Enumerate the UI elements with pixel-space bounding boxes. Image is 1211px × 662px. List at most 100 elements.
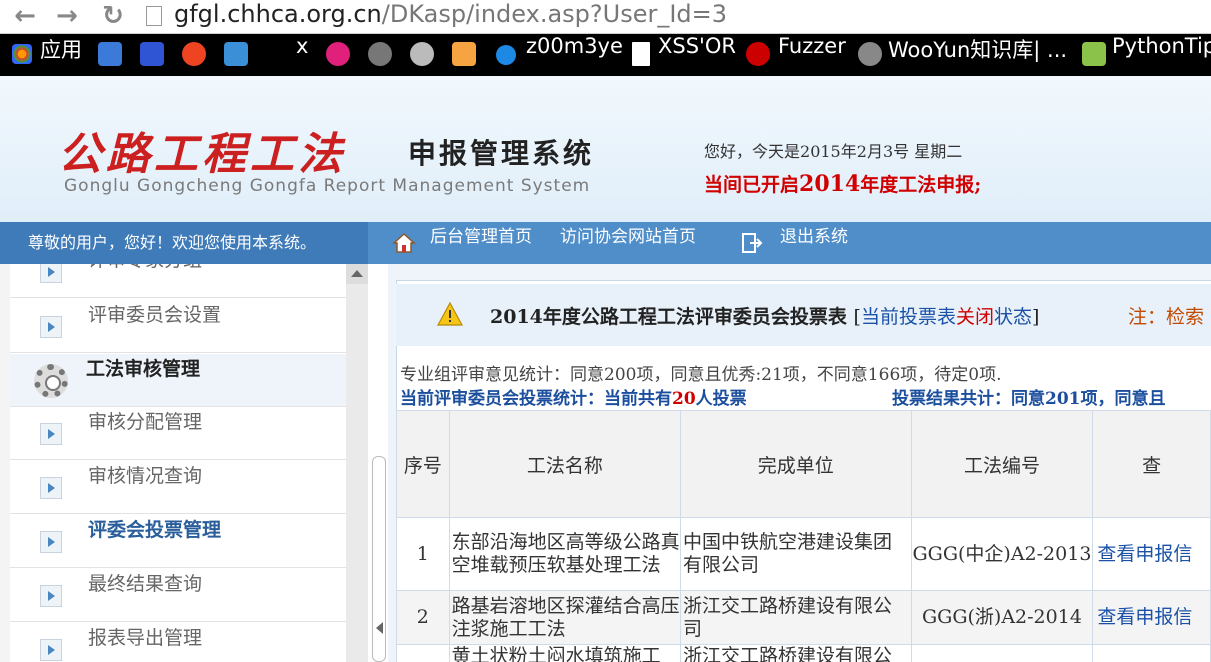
arrow-right-icon: [40, 585, 62, 607]
weibo-icon[interactable]: [182, 42, 206, 66]
committee-vote-stats: 当前评审委员会投票统计：当前共有20人投票: [400, 384, 747, 409]
fuzzer-icon: [746, 42, 770, 66]
nav-association-site[interactable]: 访问协会网站首页: [560, 222, 696, 264]
home-icon[interactable]: [392, 231, 416, 255]
vote-prefix: 当前评审委员会投票统计：当前共有: [400, 389, 672, 409]
arrow-right-icon: [40, 264, 62, 283]
vote-count: 20: [672, 389, 696, 409]
group-opinion-stats: 专业组评审意见统计：同意200项，同意且优秀:21项，不同意166项，待定0项.: [400, 365, 1002, 385]
page-icon: [146, 6, 162, 26]
greeting-suffix: 号 星期二: [893, 142, 963, 161]
vote-table-title: 2014年度公路工程工法评审委员会投票表: [490, 306, 847, 328]
bookmark-x[interactable]: x: [296, 34, 308, 76]
sidebar-item-label: 评审委员会设置: [88, 304, 222, 326]
bug-icon[interactable]: [410, 42, 434, 66]
cell-unit: 中国中铁航空港建设集团有限公司: [680, 517, 912, 591]
view-declaration-link[interactable]: 查看申报信: [1092, 517, 1211, 591]
table-row: 黄土状粉土闷水填筑施工 浙江交工路桥建设有限公: [396, 644, 1211, 662]
bookmarks-bar: 应用 x z00m3ye XSS'OR Fuzzer WooYun知识库| ..…: [0, 34, 1211, 76]
sidebar-item-review-status-query[interactable]: 审核情况查询: [10, 461, 346, 514]
headphones-icon[interactable]: [224, 42, 248, 66]
view-declaration-link[interactable]: [1092, 644, 1211, 662]
cell-code: [910, 644, 1094, 662]
cell-code: GGG(中企)A2-2013: [910, 517, 1094, 591]
sidebar-item-expert-groups[interactable]: 评审专家分组: [10, 264, 346, 298]
bookmark-pythontip[interactable]: PythonTip: [1112, 34, 1211, 76]
page-title: 2014年度公路工程工法评审委员会投票表 [当前投票表关闭状态]: [490, 302, 1039, 329]
notice-prefix: 当间已开启: [704, 174, 800, 196]
site-header: 公路工程工法 申报管理系统 Gonglu Gongcheng Gongfa Re…: [0, 76, 1211, 222]
cloud-icon: [858, 42, 882, 66]
bookmark-wooyun[interactable]: WooYun知识库| ...: [888, 34, 1067, 76]
url-field[interactable]: gfgl.chhca.org.cn/DKasp/index.asp?User_I…: [174, 0, 727, 34]
greeting-month-char: 月: [866, 142, 883, 161]
browser-address-bar: ← → ↻ gfgl.chhca.org.cn/DKasp/index.asp?…: [0, 0, 1211, 34]
nav-logout[interactable]: 退出系统: [780, 222, 848, 264]
sidebar-item-committee-voting[interactable]: 评委会投票管理: [10, 515, 346, 568]
gear-icon: [34, 364, 68, 398]
apps-grid-icon: [12, 44, 32, 64]
col-header-view: 查: [1092, 410, 1211, 518]
sidebar-item-label: 最终结果查询: [88, 573, 203, 595]
vote-result-stats: 投票结果共计：同意201项，同意且: [892, 389, 1166, 409]
sidebar-item-label: 报表导出管理: [88, 627, 203, 649]
forward-arrow-icon[interactable]: →: [52, 2, 82, 30]
logo-english: Gonglu Gongcheng Gongfa Report Managemen…: [64, 176, 591, 196]
url-host: gfgl.chhca.org.cn: [174, 0, 382, 28]
status-current-table[interactable]: 当前投票表: [861, 306, 956, 328]
view-declaration-link[interactable]: 查看申报信: [1092, 590, 1211, 645]
sidebar-item-committee-settings[interactable]: 评审委员会设置: [10, 300, 346, 353]
col-header-unit: 完成单位: [680, 410, 912, 518]
google-bookmark-icon[interactable]: [98, 42, 122, 66]
python-icon: [1082, 42, 1106, 66]
cat-icon[interactable]: [452, 42, 476, 66]
col-header-index: 序号: [396, 410, 450, 518]
table-row: 1 东部沿海地区高等级公路真空堆载预压软基处理工法 中国中铁航空港建设集团有限公…: [396, 517, 1211, 591]
cell-index: 2: [396, 590, 450, 645]
reload-icon[interactable]: ↻: [98, 2, 128, 30]
sidebar: 评审专家分组 评审委员会设置 工法审核管理 审核分配管理 审核情况查询 评委会投…: [0, 264, 368, 662]
cell-unit: 浙江交工路桥建设有限公: [680, 644, 912, 662]
bookmark-z00m3ye[interactable]: z00m3ye: [526, 34, 623, 76]
bookmark-xss[interactable]: XSS'OR: [658, 34, 736, 76]
bookmark-apps[interactable]: 应用: [40, 34, 82, 76]
collapse-sidebar-arrow-icon[interactable]: [376, 622, 383, 634]
sidebar-item-label: 审核分配管理: [88, 411, 203, 433]
status-word[interactable]: 状态: [994, 306, 1032, 328]
greeting-year: 2015: [800, 142, 841, 161]
nav-admin-home[interactable]: 后台管理首页: [430, 222, 532, 264]
vote-suffix: 人投票: [695, 389, 747, 409]
scroll-up-arrow-icon[interactable]: [346, 264, 368, 284]
logout-icon[interactable]: [740, 231, 764, 255]
notice-suffix: 年度工法申报;: [860, 174, 982, 196]
sidebar-menu: 评审专家分组 评审委员会设置 工法审核管理 审核分配管理 审核情况查询 评委会投…: [10, 264, 346, 662]
date-greeting: 您好，今天是2015年2月3号 星期二: [704, 138, 962, 162]
sidebar-item-report-export[interactable]: 报表导出管理: [10, 623, 346, 662]
baidu-paw-icon[interactable]: [140, 42, 164, 66]
greeting-prefix: 您好，今天是: [704, 142, 801, 161]
url-path: /DKasp/index.asp?User_Id=3: [381, 0, 728, 28]
cloud-icon[interactable]: [368, 42, 392, 66]
eye-icon: [496, 45, 516, 65]
pink-face-icon[interactable]: [326, 42, 350, 66]
sidebar-group-review-management[interactable]: 工法审核管理: [10, 354, 346, 407]
arrow-right-icon: [40, 316, 62, 338]
sidebar-scrollbar[interactable]: [346, 264, 368, 662]
arrow-right-icon: [40, 423, 62, 445]
declaration-notice: 当间已开启2014年度工法申报;: [704, 170, 981, 197]
sidebar-item-label: 评审专家分组: [88, 264, 202, 298]
sidebar-item-final-results[interactable]: 最终结果查询: [10, 569, 346, 622]
sidebar-group-label: 工法审核管理: [86, 358, 201, 380]
back-arrow-icon[interactable]: ←: [10, 2, 40, 30]
arrow-right-icon: [40, 531, 62, 553]
sidebar-item-review-assignment[interactable]: 审核分配管理: [10, 407, 346, 460]
status-closed[interactable]: 关闭: [956, 306, 994, 328]
col-header-code: 工法编号: [910, 410, 1094, 518]
bookmark-fuzzer[interactable]: Fuzzer: [778, 34, 846, 76]
greeting-day: 3: [882, 142, 894, 161]
top-nav: 尊敬的用户，您好！欢迎您使用本系统。 后台管理首页 访问协会网站首页 退出系统: [0, 222, 1211, 264]
logo-subtitle: 申报管理系统: [408, 137, 595, 170]
greeting-year-char: 年: [840, 142, 857, 161]
cell-index: [396, 644, 450, 662]
cell-index: 1: [396, 517, 450, 591]
